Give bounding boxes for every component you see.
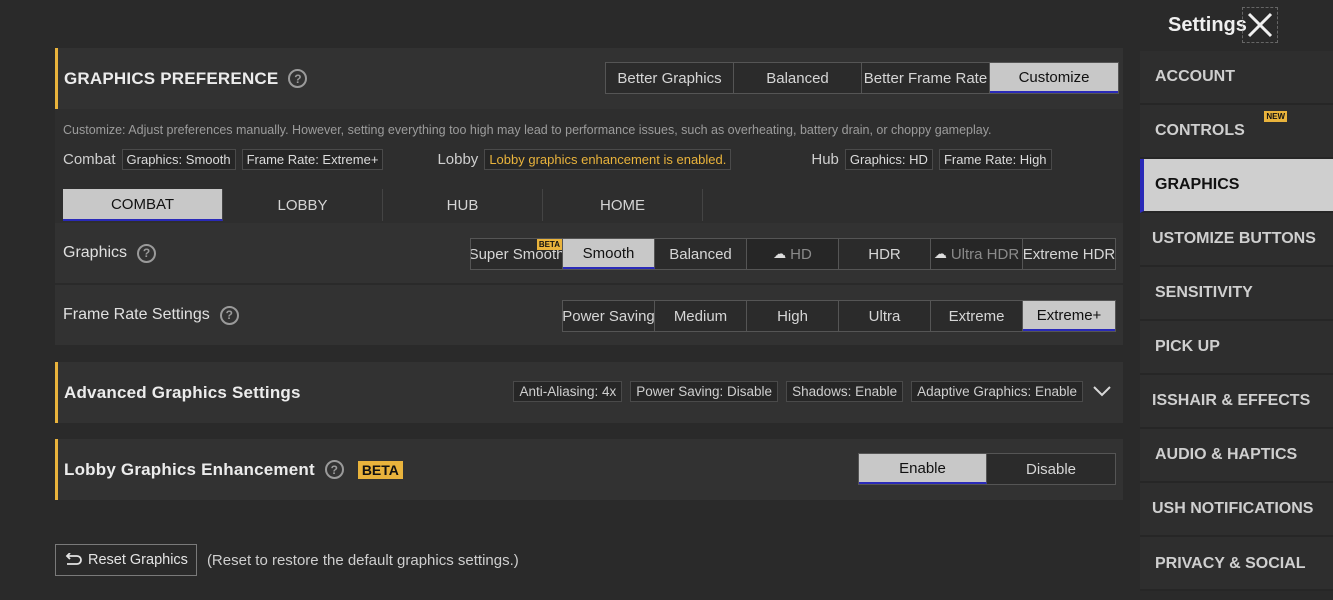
advanced-graphics-settings[interactable]: Advanced Graphics Settings Anti-Aliasing… bbox=[55, 362, 1123, 423]
help-icon[interactable]: ? bbox=[288, 69, 308, 88]
summary-hub-graphics: Graphics: HD bbox=[844, 149, 933, 170]
graphics-preference-header: GRAPHICS PREFERENCE ? Better Graphics Ba… bbox=[55, 48, 1123, 109]
summary-lobby-label: Lobby bbox=[437, 151, 479, 168]
reset-graphics-label: Reset Graphics bbox=[88, 552, 188, 568]
enable-button[interactable]: Enable bbox=[859, 454, 987, 484]
framerate-ultra[interactable]: Ultra bbox=[839, 301, 931, 331]
beta-tag: BETA bbox=[536, 239, 562, 250]
sidebar-item-privacy-social[interactable]: PRIVACY & SOCIAL bbox=[1140, 537, 1333, 591]
sidebar-item-push-notifications[interactable]: USH NOTIFICATIONS bbox=[1140, 483, 1333, 537]
tab-lobby[interactable]: LOBBY bbox=[223, 189, 383, 221]
tab-hub[interactable]: HUB bbox=[383, 189, 543, 221]
settings-sidebar: ACCOUNT CONTROLS NEW GRAPHICS USTOMIZE B… bbox=[1140, 51, 1333, 591]
undo-icon bbox=[65, 553, 82, 565]
summary-lobby-note: Lobby graphics enhancement is enabled. bbox=[484, 149, 732, 170]
reset-graphics-button[interactable]: Reset Graphics bbox=[55, 544, 197, 576]
mode-tabs: COMBAT LOBBY HUB HOME bbox=[55, 189, 1123, 223]
sidebar-item-account[interactable]: ACCOUNT bbox=[1140, 51, 1333, 105]
graphics-hd[interactable]: ☁ HD bbox=[747, 239, 839, 269]
summary-combat-framerate: Frame Rate: Extreme+ bbox=[241, 149, 384, 170]
framerate-power-saving[interactable]: Power Saving bbox=[563, 301, 655, 331]
chevron-down-icon[interactable] bbox=[1091, 380, 1113, 402]
preference-customize[interactable]: Customize bbox=[990, 63, 1118, 93]
sidebar-item-pick-up[interactable]: PICK UP bbox=[1140, 321, 1333, 375]
graphics-preference-title: GRAPHICS PREFERENCE bbox=[64, 68, 279, 88]
reset-note: (Reset to restore the default graphics s… bbox=[206, 551, 519, 569]
graphics-settings-panel: GRAPHICS PREFERENCE ? Better Graphics Ba… bbox=[55, 48, 1123, 500]
graphics-quality-selector: Super Smooth BETA Smooth Balanced ☁ HD H… bbox=[470, 238, 1116, 270]
settings-title: Settings bbox=[1168, 14, 1247, 36]
tab-combat[interactable]: COMBAT bbox=[63, 189, 223, 221]
advanced-tag: Adaptive Graphics: Enable bbox=[911, 381, 1083, 402]
settings-summary: Combat Graphics: Smooth Frame Rate: Extr… bbox=[63, 149, 1115, 170]
sidebar-item-controls[interactable]: CONTROLS NEW bbox=[1140, 105, 1333, 159]
graphics-extreme-hdr[interactable]: Extreme HDR bbox=[1023, 239, 1115, 269]
beta-badge: BETA bbox=[357, 460, 403, 479]
preference-description-area: Customize: Adjust preferences manually. … bbox=[55, 109, 1123, 189]
sidebar-item-label: CONTROLS bbox=[1155, 122, 1245, 139]
graphics-ultra-hdr-label: Ultra HDR bbox=[950, 245, 1020, 263]
help-icon[interactable]: ? bbox=[219, 305, 239, 325]
lobby-graphics-enhancement: Lobby Graphics Enhancement ? BETA Enable… bbox=[55, 439, 1123, 500]
preference-better-graphics[interactable]: Better Graphics bbox=[606, 63, 734, 93]
graphics-super-smooth[interactable]: Super Smooth BETA bbox=[471, 239, 563, 269]
help-icon[interactable]: ? bbox=[324, 460, 344, 479]
graphics-ultra-hdr[interactable]: ☁ Ultra HDR bbox=[931, 239, 1023, 269]
tab-home[interactable]: HOME bbox=[543, 189, 703, 221]
help-icon[interactable]: ? bbox=[137, 243, 157, 263]
frame-rate-label: Frame Rate Settings bbox=[63, 306, 210, 323]
graphics-balanced[interactable]: Balanced bbox=[655, 239, 747, 269]
disable-button[interactable]: Disable bbox=[987, 454, 1115, 484]
preference-selector: Better Graphics Balanced Better Frame Ra… bbox=[605, 62, 1119, 94]
advanced-tag: Anti-Aliasing: 4x bbox=[513, 381, 623, 402]
graphics-hdr[interactable]: HDR bbox=[839, 239, 931, 269]
close-icon bbox=[1247, 12, 1273, 38]
graphics-row: Graphics ? Super Smooth BETA Smooth Bala… bbox=[55, 223, 1123, 285]
cloud-download-icon: ☁ bbox=[773, 246, 787, 261]
reset-row: Reset Graphics (Reset to restore the def… bbox=[55, 544, 519, 576]
cloud-download-icon: ☁ bbox=[933, 246, 947, 261]
sidebar-item-graphics[interactable]: GRAPHICS bbox=[1140, 159, 1333, 213]
sidebar-item-sensitivity[interactable]: SENSITIVITY bbox=[1140, 267, 1333, 321]
sidebar-item-crosshair-effects[interactable]: ISSHAIR & EFFECTS bbox=[1140, 375, 1333, 429]
advanced-tag: Power Saving: Disable bbox=[630, 381, 779, 402]
lobby-enhancement-toggle: Enable Disable bbox=[858, 453, 1116, 485]
framerate-extreme-plus[interactable]: Extreme+ bbox=[1023, 301, 1115, 331]
advanced-graphics-title: Advanced Graphics Settings bbox=[64, 382, 301, 402]
sidebar-item-audio-haptics[interactable]: AUDIO & HAPTICS bbox=[1140, 429, 1333, 483]
framerate-high[interactable]: High bbox=[747, 301, 839, 331]
graphics-smooth[interactable]: Smooth bbox=[563, 239, 655, 269]
graphics-hd-label: HD bbox=[790, 245, 812, 263]
framerate-medium[interactable]: Medium bbox=[655, 301, 747, 331]
summary-combat-graphics: Graphics: Smooth bbox=[121, 149, 236, 170]
frame-rate-selector: Power Saving Medium High Ultra Extreme E… bbox=[562, 300, 1116, 332]
new-badge: NEW bbox=[1264, 111, 1287, 122]
graphics-label: Graphics bbox=[63, 244, 128, 261]
framerate-extreme[interactable]: Extreme bbox=[931, 301, 1023, 331]
lobby-enhancement-title: Lobby Graphics Enhancement bbox=[64, 459, 315, 479]
summary-hub-framerate: Frame Rate: High bbox=[938, 149, 1052, 170]
advanced-tags: Anti-Aliasing: 4x Power Saving: Disable … bbox=[505, 381, 1083, 402]
frame-rate-row: Frame Rate Settings ? Power Saving Mediu… bbox=[55, 285, 1123, 347]
preference-description: Customize: Adjust preferences manually. … bbox=[63, 123, 992, 137]
summary-hub-label: Hub bbox=[811, 151, 839, 168]
preference-better-frame-rate[interactable]: Better Frame Rate bbox=[862, 63, 990, 93]
sidebar-item-customize-buttons[interactable]: USTOMIZE BUTTONS bbox=[1140, 213, 1333, 267]
advanced-tag: Shadows: Enable bbox=[786, 381, 904, 402]
summary-combat-label: Combat bbox=[63, 151, 116, 168]
close-button[interactable] bbox=[1242, 7, 1278, 43]
preference-balanced[interactable]: Balanced bbox=[734, 63, 862, 93]
